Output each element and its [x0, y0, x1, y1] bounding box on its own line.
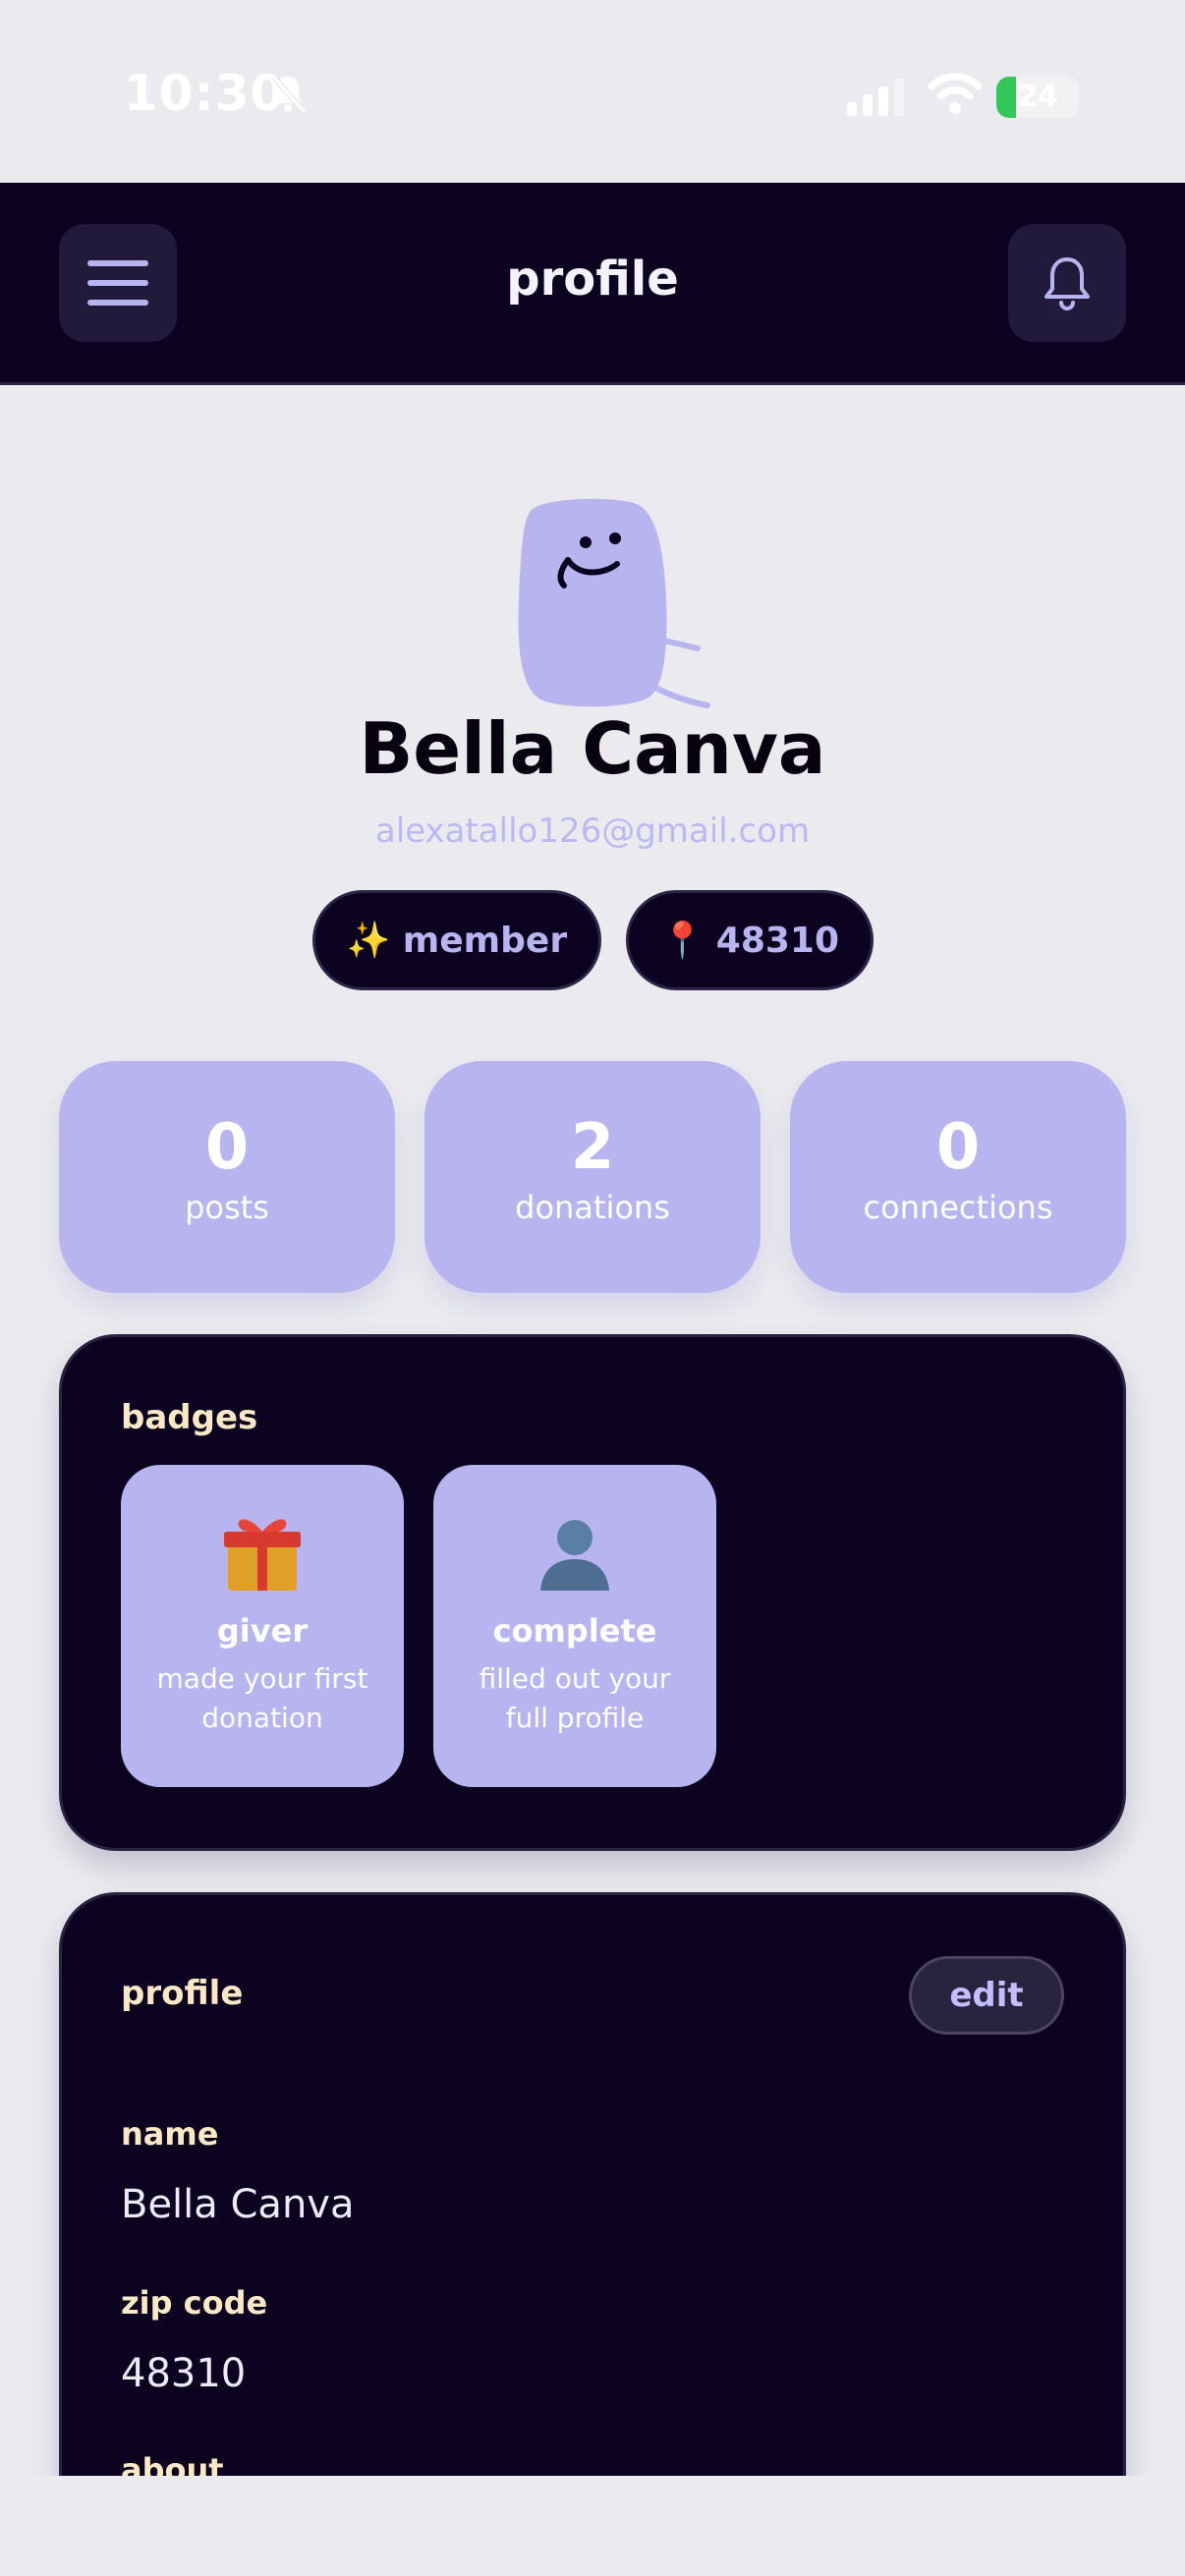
person-silhouette-icon: [540, 1520, 609, 1591]
pin-icon: 📍: [659, 921, 705, 961]
battery-indicator: 24: [996, 77, 1079, 118]
cellular-signal-icon: [847, 79, 904, 116]
silent-mode-icon: [270, 75, 308, 114]
notifications-button[interactable]: [1008, 224, 1126, 342]
member-chip-label: member: [402, 920, 568, 961]
status-time: 10:30: [124, 65, 286, 122]
stat-value: 2: [570, 1111, 615, 1184]
profile-section-title: profile: [121, 1974, 244, 2013]
member-chip: ✨ member: [312, 890, 601, 990]
top-nav-bar: profile: [0, 183, 1185, 385]
badge-description: made your first donation: [156, 1662, 368, 1734]
profile-name: Bella Canva: [359, 707, 826, 790]
badge-name: giver: [216, 1612, 309, 1650]
profile-email: alexatallo126@gmail.com: [374, 812, 811, 851]
stat-connections[interactable]: 0 connections: [790, 1061, 1126, 1293]
wifi-icon: [928, 73, 983, 114]
badge-description: filled out your full profile: [479, 1662, 671, 1734]
stat-donations[interactable]: 2 donations: [424, 1061, 761, 1293]
field-label-zip: zip code: [121, 2284, 268, 2322]
status-bar: 10:30 24: [0, 0, 1185, 183]
badges-card: badges giver made your first donation co…: [59, 1334, 1126, 1851]
field-value-name: Bella Canva: [121, 2182, 355, 2227]
badges-title: badges: [121, 1398, 258, 1437]
stat-value: 0: [935, 1111, 981, 1184]
badge-name: complete: [492, 1612, 657, 1650]
sparkles-icon: ✨: [346, 921, 391, 961]
field-value-zip: 48310: [121, 2351, 247, 2396]
stat-label: posts: [185, 1189, 269, 1226]
stat-label: connections: [863, 1189, 1053, 1226]
profile-details-card: profile edit name Bella Canva zip code 4…: [59, 1892, 1126, 2576]
edit-profile-button[interactable]: edit: [909, 1956, 1064, 2035]
avatar: [518, 498, 710, 708]
badge-complete[interactable]: complete filled out your full profile: [433, 1465, 716, 1787]
zip-chip: 📍 48310: [626, 890, 874, 990]
stat-label: donations: [515, 1189, 670, 1226]
gift-icon: [224, 1519, 301, 1591]
badge-giver[interactable]: giver made your first donation: [121, 1465, 404, 1787]
stat-posts[interactable]: 0 posts: [59, 1061, 395, 1293]
bottom-safe-area: [0, 2476, 1185, 2576]
bell-icon: [1044, 257, 1090, 310]
zip-chip-label: 48310: [715, 920, 840, 961]
field-label-name: name: [121, 2115, 219, 2153]
stat-value: 0: [204, 1111, 250, 1184]
battery-text: 24: [1017, 80, 1058, 114]
